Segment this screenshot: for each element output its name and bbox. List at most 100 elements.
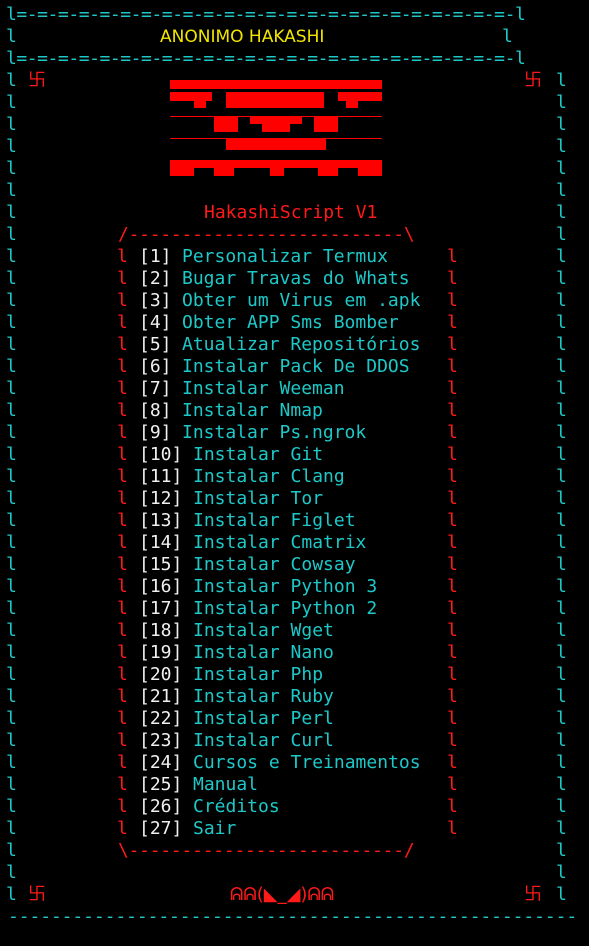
- menu-item-label: Manual: [193, 774, 259, 795]
- left-border-char: l: [6, 92, 17, 113]
- left-border-char: l: [6, 202, 17, 223]
- menu-item[interactable]: l [26] Créditos l: [0, 796, 589, 818]
- menu-border-right: l: [447, 466, 458, 487]
- menu-item[interactable]: l [25] Manual l: [0, 774, 589, 796]
- menu-border-left: l: [117, 642, 128, 663]
- header-bottom-border: l=-=-=-=-=-=-=-=-=-=-=-=-=-=-=-=-=-=-=-=…: [6, 48, 526, 69]
- menu-item[interactable]: l [18] Instalar Wget l: [0, 620, 589, 642]
- menu-item-number: [21]: [139, 686, 183, 707]
- menu-item[interactable]: l [2] Bugar Travas do Whats l: [0, 268, 589, 290]
- menu-border-right: l: [447, 620, 458, 641]
- menu-item-label: Instalar Clang: [193, 466, 345, 487]
- menu-item[interactable]: l [17] Instalar Python 2 l: [0, 598, 589, 620]
- menu-bottom-border: \--------------------------/: [118, 840, 415, 861]
- menu-border-left: l: [117, 774, 128, 795]
- menu-item-number: [15]: [139, 554, 183, 575]
- menu-item[interactable]: l [27] Sair l: [0, 818, 589, 840]
- menu-border-left: l: [117, 378, 128, 399]
- menu-border-right: l: [447, 730, 458, 751]
- menu-item-number: [10]: [139, 444, 183, 465]
- menu-border-right: l: [447, 576, 458, 597]
- menu-top-border: /--------------------------\: [118, 224, 415, 245]
- menu-border-left: l: [117, 664, 128, 685]
- menu-item-number: [11]: [139, 466, 183, 487]
- menu-border-left: l: [117, 246, 128, 267]
- menu-item[interactable]: l [14] Instalar Cmatrix l: [0, 532, 589, 554]
- menu-border-left: l: [117, 488, 128, 509]
- menu-item[interactable]: l [6] Instalar Pack De DDOS l: [0, 356, 589, 378]
- menu-item[interactable]: l [8] Instalar Nmap l: [0, 400, 589, 422]
- menu-border-right: l: [447, 378, 458, 399]
- menu-item-label: Instalar Tor: [193, 488, 324, 509]
- menu-item[interactable]: l [12] Instalar Tor l: [0, 488, 589, 510]
- menu-item[interactable]: l [4] Obter APP Sms Bomber l: [0, 312, 589, 334]
- left-border-char: l: [6, 884, 17, 905]
- right-border-char: l: [556, 70, 567, 91]
- menu-border-left: l: [117, 400, 128, 421]
- left-border-char: l: [6, 114, 17, 135]
- footer-emblem: ᕱᕱ(◣_◢)ᕱᕱ: [230, 884, 335, 905]
- menu-item[interactable]: l [11] Instalar Clang l: [0, 466, 589, 488]
- menu-border-left: l: [117, 268, 128, 289]
- menu-item-number: [17]: [139, 598, 183, 619]
- menu-item[interactable]: l [24] Cursos e Treinamentos l: [0, 752, 589, 774]
- menu-item[interactable]: l [21] Instalar Ruby l: [0, 686, 589, 708]
- menu-border-right: l: [447, 686, 458, 707]
- menu-item-label: Créditos: [193, 796, 280, 817]
- menu-border-left: l: [117, 444, 128, 465]
- left-border-char: l: [6, 158, 17, 179]
- menu-item-number: [27]: [139, 818, 183, 839]
- menu-item[interactable]: l [9] Instalar Ps.ngrok l: [0, 422, 589, 444]
- header-left-char: l: [6, 26, 17, 47]
- menu-item[interactable]: l [20] Instalar Php l: [0, 664, 589, 686]
- menu-border-left: l: [117, 554, 128, 575]
- menu-item-label: Instalar Git: [193, 444, 324, 465]
- menu-border-right: l: [447, 290, 458, 311]
- menu-item-number: [25]: [139, 774, 183, 795]
- menu-border-right: l: [447, 400, 458, 421]
- menu-item-number: [7]: [139, 378, 172, 399]
- menu-item-number: [22]: [139, 708, 183, 729]
- menu-item[interactable]: l [16] Instalar Python 3 l: [0, 576, 589, 598]
- menu-item-label: Instalar Pack De DDOS: [182, 356, 410, 377]
- menu-border-right: l: [447, 444, 458, 465]
- menu-item[interactable]: l [1] Personalizar Termux l: [0, 246, 589, 268]
- menu-border-left: l: [117, 796, 128, 817]
- menu-item[interactable]: l [10] Instalar Git l: [0, 444, 589, 466]
- menu-item[interactable]: l [7] Instalar Weeman l: [0, 378, 589, 400]
- left-border-char: l: [6, 862, 17, 883]
- left-border-char: l: [6, 136, 17, 157]
- right-border-char: l: [556, 158, 567, 179]
- swastika-icon: 卐: [524, 70, 542, 91]
- menu-item[interactable]: l [19] Instalar Nano l: [0, 642, 589, 664]
- menu-item[interactable]: l [3] Obter um Virus em .apk l: [0, 290, 589, 312]
- menu-item[interactable]: l [15] Instalar Cowsay l: [0, 554, 589, 576]
- menu-item-label: Instalar Cowsay: [193, 554, 356, 575]
- menu-item-number: [18]: [139, 620, 183, 641]
- menu-item-number: [8]: [139, 400, 172, 421]
- swastika-icon: 卐: [524, 884, 542, 905]
- menu-item[interactable]: l [22] Instalar Perl l: [0, 708, 589, 730]
- right-border-char: l: [556, 202, 567, 223]
- right-border-char: l: [556, 180, 567, 201]
- menu-item-label: Sair: [193, 818, 237, 839]
- menu-border-right: l: [447, 796, 458, 817]
- left-border-char: l: [6, 840, 17, 861]
- right-border-char: l: [556, 114, 567, 135]
- menu-border-left: l: [117, 532, 128, 553]
- menu-border-right: l: [447, 334, 458, 355]
- menu-border-right: l: [447, 664, 458, 685]
- menu-border-left: l: [117, 752, 128, 773]
- menu-item[interactable]: l [13] Instalar Figlet l: [0, 510, 589, 532]
- menu-border-right: l: [447, 510, 458, 531]
- menu-border-left: l: [117, 576, 128, 597]
- right-border-char: l: [556, 884, 567, 905]
- menu-item-number: [2]: [139, 268, 172, 289]
- menu-border-left: l: [117, 290, 128, 311]
- menu-item[interactable]: l [23] Instalar Curl l: [0, 730, 589, 752]
- menu-border-left: l: [117, 466, 128, 487]
- menu-border-left: l: [117, 730, 128, 751]
- menu-item-number: [5]: [139, 334, 172, 355]
- menu-item[interactable]: l [5] Atualizar Repositórios l: [0, 334, 589, 356]
- menu-item-number: [23]: [139, 730, 183, 751]
